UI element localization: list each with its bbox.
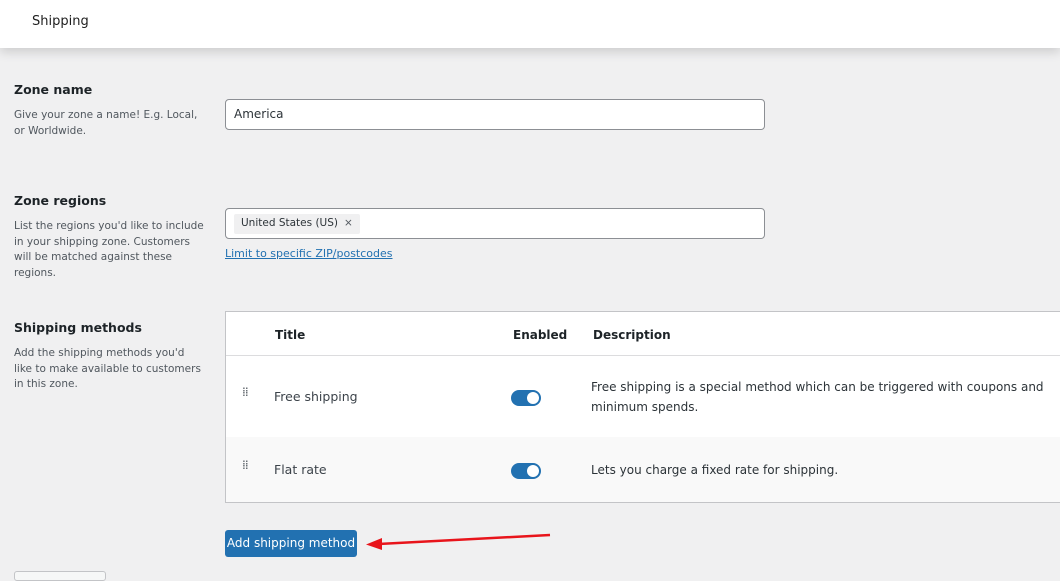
zone-name-input[interactable]: America — [225, 99, 765, 130]
limit-postcodes-link[interactable]: Limit to specific ZIP/postcodes — [225, 247, 393, 260]
shipping-methods-table: Title Enabled Description ⁞⁞ Free shippi… — [225, 311, 1060, 503]
method-description: Lets you charge a fixed rate for shippin… — [591, 463, 839, 477]
shipping-methods-description: Add the shipping methods you'd like to m… — [14, 347, 201, 390]
column-enabled: Enabled — [513, 328, 568, 342]
drag-handle-icon[interactable]: ⁞⁞ — [242, 386, 252, 398]
zone-regions-description: List the regions you'd like to include i… — [14, 220, 204, 279]
drag-handle-icon[interactable]: ⁞⁞ — [242, 459, 252, 471]
column-title: Title — [275, 328, 306, 342]
table-row: ⁞⁞ Flat rate Lets you charge a fixed rat… — [226, 437, 1060, 502]
zone-name-label: Zone name — [14, 82, 93, 97]
top-bar: Shipping — [0, 0, 1060, 48]
zone-name-value: America — [234, 107, 284, 121]
arrow-head — [366, 538, 382, 550]
column-description: Description — [593, 328, 671, 342]
method-description: Free shipping is a special method which … — [591, 380, 1044, 414]
arrow-shaft — [377, 533, 551, 546]
annotation-arrow — [366, 533, 551, 550]
zone-regions-input[interactable]: United States (US) × — [225, 208, 765, 239]
zone-name-description: Give your zone a name! E.g. Local, or Wo… — [14, 109, 198, 137]
method-title[interactable]: Free shipping — [274, 389, 358, 404]
method-title[interactable]: Flat rate — [274, 462, 327, 477]
add-shipping-method-button[interactable]: Add shipping method — [225, 530, 357, 557]
remove-icon[interactable]: × — [344, 217, 353, 229]
region-chip-label: United States (US) — [241, 217, 338, 229]
table-row: ⁞⁞ Free shipping Free shipping is a spec… — [226, 356, 1060, 438]
page-title: Shipping — [32, 14, 89, 29]
partial-button[interactable] — [14, 571, 106, 581]
zone-regions-label: Zone regions — [14, 193, 107, 208]
shipping-methods-label: Shipping methods — [14, 320, 142, 335]
enabled-toggle[interactable] — [511, 390, 541, 406]
enabled-toggle[interactable] — [511, 463, 541, 479]
region-chip: United States (US) × — [234, 214, 360, 234]
